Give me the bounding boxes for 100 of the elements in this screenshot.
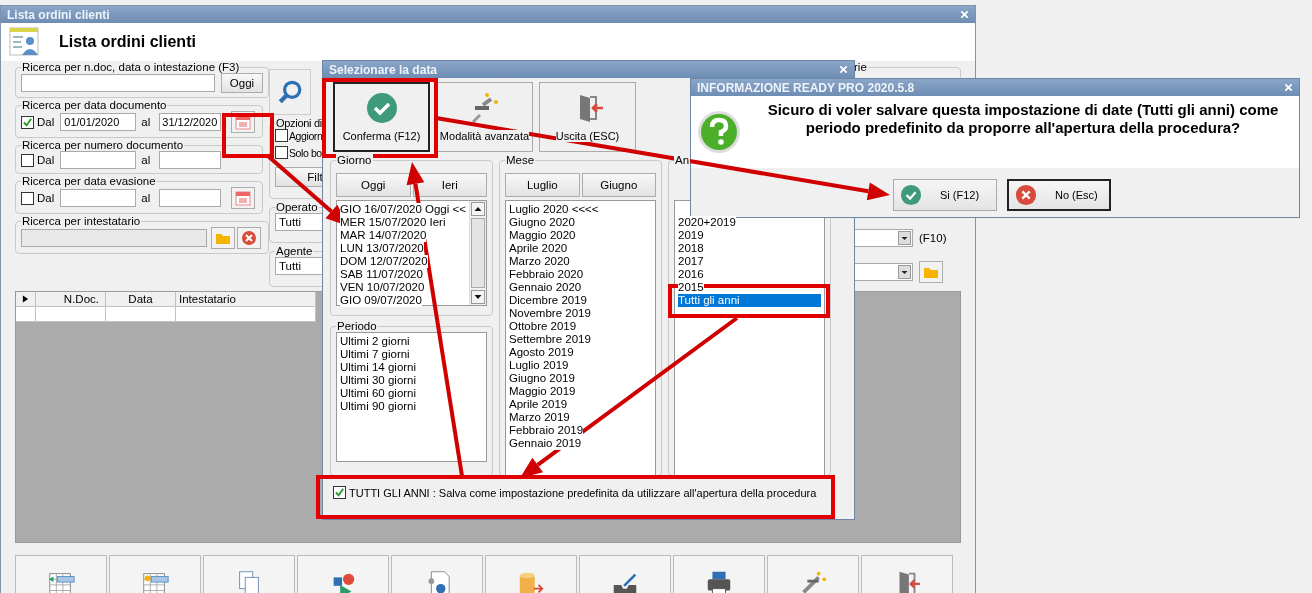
group-legend: Giorno [336,154,373,166]
list-item[interactable]: 2018 [678,242,704,255]
toolbar-button[interactable] [673,555,765,593]
list-item[interactable]: Ultimi 7 giorni [340,348,410,361]
list-item[interactable]: DOM 12/07/2020 [340,255,428,268]
no-button[interactable]: No (Esc) [1007,179,1111,211]
checkbox[interactable] [21,191,34,205]
column-header[interactable]: Data [106,292,176,307]
current-row-icon [22,295,29,303]
cancel-icon [1015,184,1037,206]
clear-button[interactable] [237,227,261,249]
list-item[interactable]: Marzo 2019 [509,411,570,424]
list-item[interactable]: Dicembre 2019 [509,294,587,307]
list-item[interactable]: MAR 14/07/2020 [340,229,427,242]
list-item[interactable]: Ultimi 14 giorni [340,361,417,374]
quick-month-button[interactable]: Luglio [505,173,580,197]
date-field[interactable]: 01/01/2020 [60,113,137,131]
list-item[interactable]: 2016 [678,268,704,281]
column-header[interactable]: N.Doc. [36,292,106,307]
toolbar-button[interactable] [861,555,953,593]
calendar-button[interactable] [231,187,256,209]
list-item[interactable]: Novembre 2019 [509,307,591,320]
folder-button[interactable] [919,261,943,283]
date-field[interactable] [60,151,137,169]
close-icon[interactable] [960,10,969,19]
list-item[interactable]: LUN 13/07/2020 [340,242,424,255]
quick-day-button[interactable]: Ieri [412,173,487,197]
list-item[interactable]: Febbraio 2020 [509,268,584,281]
scroll-down-icon[interactable] [471,290,485,304]
folder-button[interactable] [211,227,235,249]
search-icon [277,79,303,105]
checkbox[interactable] [21,115,34,129]
checkbox[interactable] [333,486,346,499]
today-button[interactable]: Oggi [221,73,263,93]
scrollbar[interactable] [469,201,486,305]
list-item[interactable]: 2019 [678,229,704,242]
list-item[interactable]: Ultimi 60 giorni [340,387,417,400]
list-item[interactable]: Luglio 2019 [509,359,569,372]
range-label: al [141,154,152,166]
list-item[interactable]: Aprile 2020 [509,242,568,255]
yes-button[interactable]: Si (F12) [893,179,997,211]
check-icon [365,92,398,124]
list-item[interactable]: Luglio 2020 <<<< [509,203,599,216]
date-field[interactable]: 31/12/2020 [159,113,222,131]
list-item[interactable]: Marzo 2020 [509,255,570,268]
shortcut-label: (F10) [919,232,947,244]
quick-day-button[interactable]: Oggi [336,173,411,197]
list-item[interactable]: Aprile 2019 [509,398,568,411]
list-item[interactable]: GIO 16/07/2020 Oggi << [340,203,466,216]
list-item[interactable]: Agosto 2019 [509,346,574,359]
list-item[interactable]: 2015 [678,281,704,294]
list-item[interactable]: Giugno 2019 [509,372,575,385]
toolbar-button[interactable] [579,555,671,593]
list-item[interactable]: Ultimi 90 giorni [340,400,417,413]
list-item[interactable]: Maggio 2019 [509,385,576,398]
toolbar-button[interactable] [391,555,483,593]
close-icon[interactable] [839,65,848,74]
date-field[interactable] [159,151,222,169]
range-label: al [141,116,152,128]
scroll-up-icon[interactable] [471,202,485,216]
toolbar-button[interactable] [297,555,389,593]
list-item[interactable]: MER 15/07/2020 Ieri [340,216,446,229]
list-item[interactable]: Ottobre 2019 [509,320,577,333]
list-item[interactable]: GIO 09/07/2020 [340,294,422,307]
page-heading: Lista ordini clienti [59,33,196,51]
date-field[interactable] [159,189,222,207]
customer-list-icon [9,26,41,58]
advanced-mode-button[interactable]: Modalità avanzata [436,82,533,152]
list-item[interactable]: VEN 10/07/2020 [340,281,425,294]
search-field[interactable] [21,74,215,92]
list-item[interactable]: Ultimi 2 giorni [340,335,410,348]
quick-month-button[interactable]: Giugno [581,173,656,197]
column-header[interactable]: Intestatario [176,292,316,307]
owner-field[interactable] [21,229,207,247]
list-item[interactable]: Maggio 2020 [509,229,576,242]
clear-icon [241,230,257,246]
list-item[interactable]: SAB 11/07/2020 [340,268,423,281]
list-item[interactable]: Giugno 2020 [509,216,575,229]
close-icon[interactable] [1284,83,1293,92]
list-item[interactable]: Gennaio 2019 [509,437,582,450]
dialog-title: INFORMAZIONE READY PRO 2020.5.8 [697,80,915,95]
list-item[interactable]: Febbraio 2019 [509,424,584,437]
checkbox[interactable] [21,153,34,167]
list-item[interactable]: Gennaio 2020 [509,281,582,294]
group-legend: Operato [275,201,319,213]
date-field[interactable] [60,189,137,207]
checkbox[interactable] [275,146,288,159]
search-button[interactable] [269,69,311,115]
list-item[interactable]: Settembre 2019 [509,333,591,346]
highlight-box [222,113,274,158]
list-item[interactable]: 2020+2019 [678,216,736,229]
exit-button[interactable]: Uscita (ESC) [539,82,636,152]
checkbox[interactable] [275,129,288,142]
range-label: al [141,192,152,204]
list-item[interactable]: Ultimi 30 giorni [340,374,417,387]
check-icon [900,184,922,206]
confirm-button[interactable]: Conferma (F12) [333,82,430,152]
list-item[interactable]: Tutti gli anni [678,294,821,307]
list-item[interactable]: 2017 [678,255,704,268]
toolbar-button[interactable] [767,555,859,593]
